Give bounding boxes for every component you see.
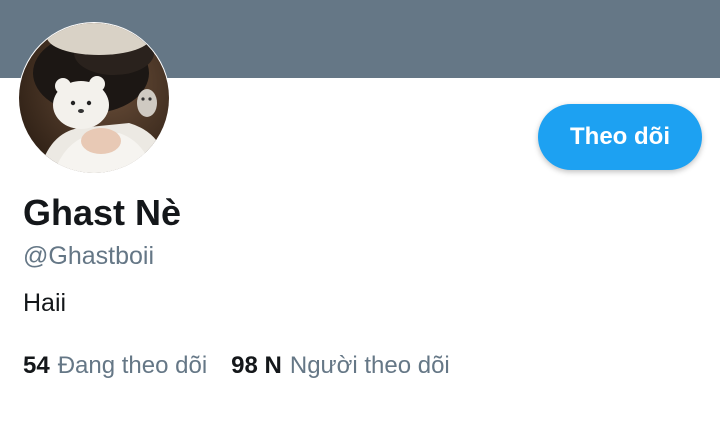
avatar-frame[interactable] <box>18 22 170 174</box>
followers-label: Người theo dõi <box>289 352 450 379</box>
followers-stat[interactable]: 98 N Người theo dõi <box>231 352 450 380</box>
following-count: 54 <box>23 352 50 379</box>
followers-count: 98 N <box>231 352 282 379</box>
display-name: Ghast Nè <box>23 192 182 233</box>
following-stat[interactable]: 54 Đang theo dõi <box>23 352 207 380</box>
profile-page: Theo dõi Ghast Nè @Ghastboii Haii 54 Đan… <box>0 0 720 430</box>
avatar-photo <box>19 23 169 173</box>
avatar[interactable] <box>19 23 169 173</box>
profile-bio: Haii <box>23 289 67 317</box>
user-handle: @Ghastboii <box>23 242 154 270</box>
following-label: Đang theo dõi <box>57 352 208 379</box>
follow-button[interactable]: Theo dõi <box>538 104 702 170</box>
profile-stats: 54 Đang theo dõi 98 N Người theo dõi <box>23 352 450 380</box>
